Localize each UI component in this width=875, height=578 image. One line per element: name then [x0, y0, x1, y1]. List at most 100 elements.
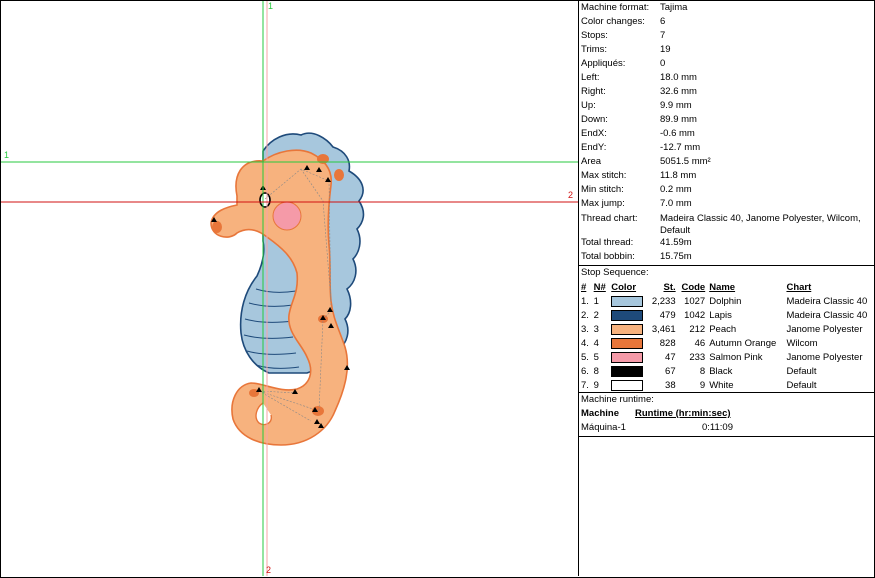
stop-name: Black — [709, 366, 733, 377]
table-row: 4. 4 828 46 Autumn Orange Wilcom — [581, 337, 874, 351]
col-num: # — [581, 282, 587, 293]
summary-value: 9.9 mm — [660, 100, 692, 111]
color-swatch-cell — [611, 295, 646, 309]
stop-st: 47 — [665, 352, 676, 363]
stop-n: 2 — [593, 310, 599, 321]
summary-label: Max stitch: — [581, 170, 627, 181]
summary-label: Down: — [581, 114, 608, 125]
stop-chart: Wilcom — [786, 338, 818, 349]
summary-row: Max stitch: 11.8 mm — [581, 169, 871, 183]
info-panel: Machine format: Tajima Color changes: 6 Stop… — [579, 1, 874, 576]
summary-row: Left: 18.0 mm — [581, 71, 871, 85]
stop-code: 8 — [699, 366, 706, 377]
summary-value: 11.8 mm — [660, 170, 697, 181]
seahorse-cheek — [272, 201, 302, 231]
summary-row: Machine format: Tajima — [581, 1, 871, 15]
summary-label: Thread chart: — [581, 213, 638, 224]
table-row: 6. 8 67 8 Black Default — [581, 365, 874, 379]
seahorse-design — [1, 1, 578, 576]
runtime-col-runtime: Runtime (hr:min:sec) — [635, 408, 731, 419]
summary-value: 0 — [660, 58, 666, 69]
color-swatch-cell — [611, 309, 646, 323]
stop-sequence-table: # N# Color St. Code Name Chart 1. 1 2,233 1… — [581, 281, 874, 393]
summary-row: Appliqués: 0 — [581, 57, 871, 71]
stop-st: 828 — [659, 338, 676, 349]
col-code: Code — [681, 282, 706, 293]
color-swatch-cell — [611, 365, 646, 379]
stop-code: 9 — [699, 380, 706, 391]
table-row: 1. 1 2,233 1027 Dolphin Madeira Classic 40 — [581, 295, 874, 309]
summary-row: Right: 32.6 mm — [581, 85, 871, 99]
stop-name: Autumn Orange — [709, 338, 777, 349]
stop-n: 1 — [593, 296, 599, 307]
color-swatch-cell — [611, 323, 646, 337]
stop-chart: Default — [786, 380, 817, 391]
guide-h2-label: 2 — [568, 190, 574, 200]
stop-code: 46 — [694, 338, 706, 349]
runtime-machine: Máquina-1 — [581, 422, 626, 433]
divider — [579, 436, 874, 437]
table-row: 2. 2 479 1042 Lapis Madeira Classic 40 — [581, 309, 874, 323]
color-swatch — [611, 295, 644, 307]
stop-num: 1. — [581, 296, 589, 307]
color-swatch-cell — [611, 379, 646, 393]
summary-row: Up: 9.9 mm — [581, 99, 871, 113]
color-swatch — [611, 379, 644, 391]
stop-name: Dolphin — [709, 296, 742, 307]
stop-name: Peach — [709, 324, 737, 335]
summary-label: Appliqués: — [581, 58, 626, 69]
summary-label: Left: — [581, 72, 600, 83]
stop-n: 3 — [593, 324, 599, 335]
guide-v1-label: 1 — [268, 1, 274, 11]
stop-num: 7. — [581, 380, 589, 391]
stop-num: 3. — [581, 324, 589, 335]
stop-num: 2. — [581, 310, 589, 321]
summary-row: Total bobbin: 15.75m — [581, 250, 871, 264]
stop-st: 67 — [665, 366, 676, 377]
stop-code: 212 — [689, 324, 706, 335]
summary-row: EndX: -0.6 mm — [581, 127, 871, 141]
summary-value: -0.6 mm — [660, 128, 695, 139]
color-swatch — [611, 337, 644, 349]
stop-code: 1042 — [684, 310, 706, 321]
stop-num: 4. — [581, 338, 589, 349]
summary-row: EndY: -12.7 mm — [581, 141, 871, 155]
summary-value: 19 — [660, 44, 671, 55]
summary-label: Total bobbin: — [581, 251, 635, 262]
summary-value: 7.0 mm — [660, 198, 692, 209]
stop-n: 9 — [593, 380, 599, 391]
stop-n: 4 — [593, 338, 599, 349]
summary-row: Down: 89.9 mm — [581, 113, 871, 127]
summary-row: Min stitch: 0.2 mm — [581, 183, 871, 197]
guide-v2-label: 2 — [266, 565, 272, 575]
guide-h1-label: 1 — [4, 150, 10, 160]
summary-label: Machine format: — [581, 2, 650, 13]
stop-name: White — [709, 380, 734, 391]
summary-label: Min stitch: — [581, 184, 624, 195]
summary-row: Max jump: 7.0 mm — [581, 197, 871, 211]
summary-label: Total thread: — [581, 237, 634, 248]
summary-value: 89.9 mm — [660, 114, 697, 125]
col-name: Name — [709, 282, 736, 293]
table-row: 7. 9 38 9 White Default — [581, 379, 874, 393]
summary-row: Trims: 19 — [581, 43, 871, 57]
stop-name: Salmon Pink — [709, 352, 763, 363]
stop-sequence-title: Stop Sequence: — [581, 267, 649, 278]
col-chart: Chart — [786, 282, 812, 293]
stop-chart: Default — [786, 366, 817, 377]
summary-label: EndY: — [581, 142, 607, 153]
summary-value: 32.6 mm — [660, 86, 697, 97]
stop-st: 479 — [659, 310, 676, 321]
summary-label: Color changes: — [581, 16, 645, 27]
table-row: 3. 3 3,461 212 Peach Janome Polyester — [581, 323, 874, 337]
runtime-header: Machine Runtime (hr:min:sec) — [581, 408, 731, 419]
runtime-title: Machine runtime: — [581, 394, 654, 405]
stop-st: 38 — [665, 380, 676, 391]
summary-value: 5051.5 mm² — [660, 156, 711, 167]
table-header-row: # N# Color St. Code Name Chart — [581, 281, 874, 295]
color-swatch — [611, 309, 644, 321]
summary-label: Max jump: — [581, 198, 625, 209]
summary-value: 18.0 mm — [660, 72, 697, 83]
runtime-col-machine: Machine — [581, 408, 620, 419]
summary-value: 15.75m — [660, 251, 692, 262]
